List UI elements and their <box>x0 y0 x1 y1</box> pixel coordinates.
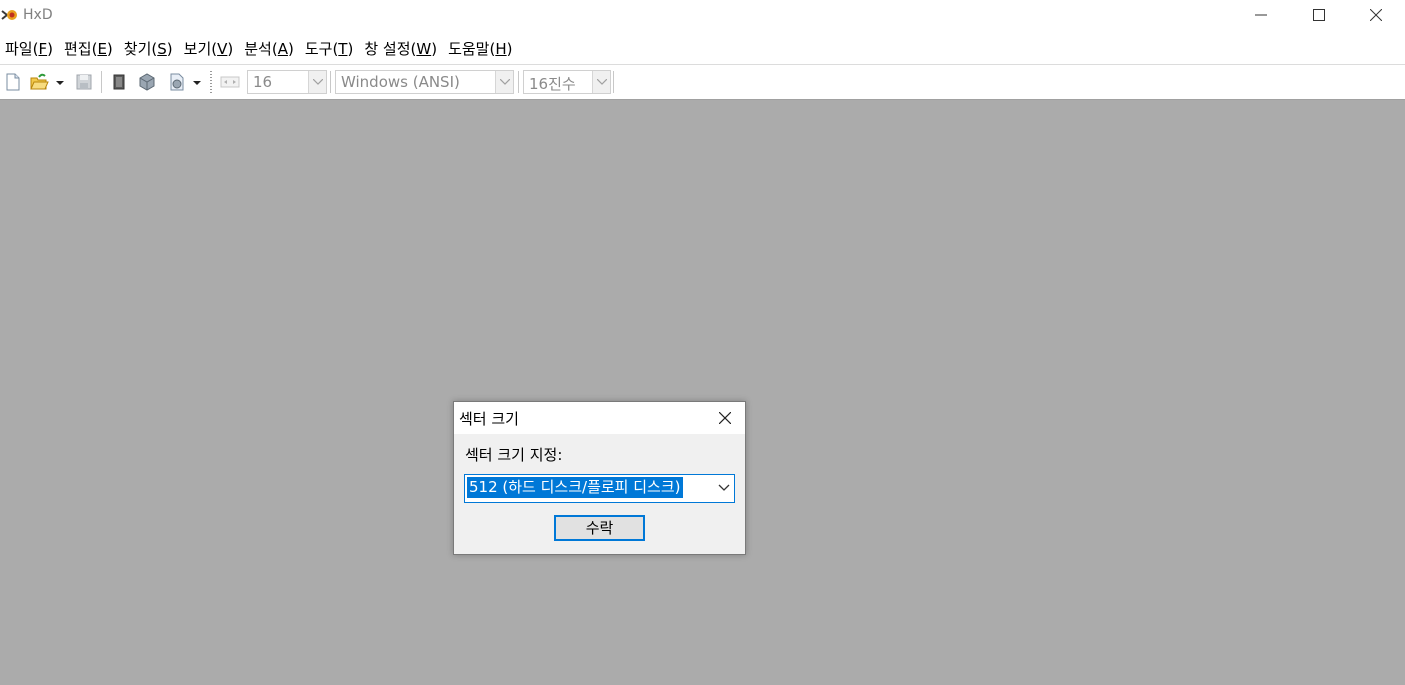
chevron-down-icon[interactable] <box>592 71 610 93</box>
dialog-close-button[interactable] <box>705 402 745 434</box>
dialog-title: 섹터 크기 <box>459 410 519 428</box>
toolbar-separator <box>518 71 519 93</box>
menu-window[interactable]: 창 설정(W) <box>359 37 443 62</box>
menu-file[interactable]: 파일(F) <box>0 37 59 62</box>
bytes-per-row-value: 16 <box>253 73 273 91</box>
charset-combo[interactable]: Windows (ANSI) <box>335 70 514 94</box>
dropdown-arrow-icon[interactable] <box>55 72 65 92</box>
chevron-down-icon[interactable] <box>308 71 326 93</box>
sector-size-label: 섹터 크기 지정: <box>465 446 563 464</box>
sector-size-dialog: 섹터 크기 섹터 크기 지정: 512 (하드 디스크/플로피 디스크) 수락 <box>453 401 746 555</box>
ram-icon[interactable] <box>109 72 129 92</box>
maximize-icon <box>1313 9 1325 21</box>
offset-base-value: 16진수 <box>529 75 576 93</box>
open-disk-image-icon[interactable] <box>167 72 187 92</box>
menu-bar: 파일(F) 편집(E) 찾기(S) 보기(V) 분석(A) 도구(T) 창 설정… <box>0 37 1405 62</box>
chevron-down-icon[interactable] <box>495 71 513 93</box>
bytes-per-row-combo[interactable]: 16 <box>247 70 327 94</box>
menu-analysis[interactable]: 분석(A) <box>239 37 300 62</box>
menu-edit[interactable]: 편집(E) <box>59 37 119 62</box>
sector-size-selected-value: 512 (하드 디스크/플로피 디스크) <box>467 477 683 498</box>
hxd-window: HxD 파일(F) 편집(E) 찾기(S) 보기(V) 분석(A) 도구(T) … <box>0 0 1405 685</box>
toolbar-separator <box>101 71 102 93</box>
toolbar-separator <box>613 71 614 93</box>
minimize-button[interactable] <box>1232 0 1290 30</box>
charset-value: Windows (ANSI) <box>341 73 460 91</box>
toolbar: 16 Windows (ANSI) 16진수 <box>0 64 1405 101</box>
new-file-icon[interactable] <box>3 72 23 92</box>
menu-help[interactable]: 도움말(H) <box>443 37 518 62</box>
mdi-workspace <box>0 100 1405 685</box>
menu-search[interactable]: 찾기(S) <box>119 37 179 62</box>
menu-tools[interactable]: 도구(T) <box>300 37 360 62</box>
save-icon[interactable] <box>74 72 94 92</box>
dialog-title-bar: 섹터 크기 <box>454 402 745 434</box>
accept-button[interactable]: 수락 <box>554 515 645 541</box>
sector-size-select[interactable]: 512 (하드 디스크/플로피 디스크) <box>464 474 735 503</box>
menu-view[interactable]: 보기(V) <box>179 37 240 62</box>
toolbar-separator <box>330 71 331 93</box>
close-button[interactable] <box>1347 0 1405 30</box>
window-title: HxD <box>23 7 53 23</box>
toolbar-grip[interactable] <box>210 71 212 93</box>
close-icon <box>719 412 731 424</box>
title-bar: HxD <box>0 0 1405 32</box>
row-width-icon <box>220 76 240 88</box>
minimize-icon <box>1255 14 1267 16</box>
open-folder-icon[interactable] <box>29 72 49 92</box>
disk-icon[interactable] <box>137 72 157 92</box>
chevron-down-icon[interactable] <box>718 483 730 493</box>
close-icon <box>1370 9 1382 21</box>
offset-base-combo[interactable]: 16진수 <box>523 70 611 94</box>
dropdown-arrow-icon[interactable] <box>192 72 202 92</box>
maximize-button[interactable] <box>1290 0 1348 30</box>
hxd-app-icon <box>1 10 17 20</box>
